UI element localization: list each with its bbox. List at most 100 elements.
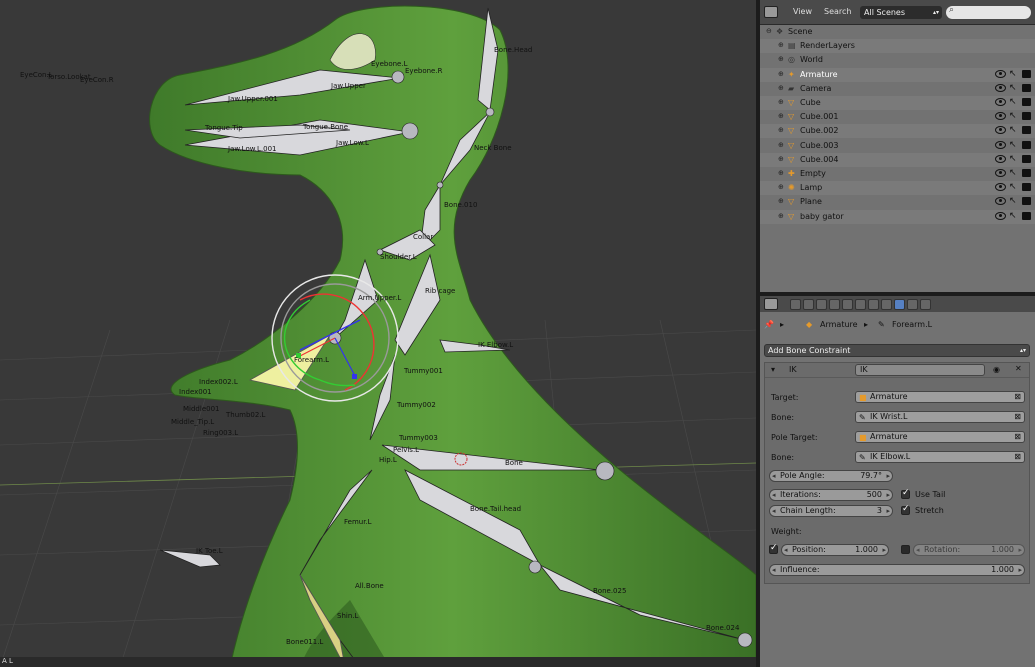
add-bone-constraint-button[interactable]: Add Bone Constraint [764, 344, 1030, 357]
expand-toggle-icon[interactable]: ⊕ [778, 155, 786, 163]
render-icon[interactable] [1022, 69, 1031, 78]
expand-toggle-icon[interactable]: ⊕ [778, 169, 786, 177]
eye-icon[interactable] [995, 98, 1006, 106]
render-icon[interactable] [1022, 211, 1031, 220]
tab-texture[interactable] [907, 299, 918, 310]
render-icon[interactable] [1022, 140, 1031, 149]
render-icon[interactable] [1022, 98, 1031, 106]
chain-length-field[interactable]: Chain Length: 3 [769, 505, 893, 517]
outliner-item[interactable]: ⊕ ▽ Cube.003 ↖ [760, 139, 1035, 153]
search-menu[interactable]: Search [824, 7, 851, 16]
outliner-item[interactable]: ⊕ ▽ baby gator ↖ [760, 209, 1035, 224]
expand-toggle-icon[interactable]: ⊕ [778, 141, 786, 149]
clear-icon[interactable]: ⊠ [1014, 452, 1021, 462]
tab-render[interactable] [790, 299, 801, 310]
eye-icon[interactable] [995, 169, 1006, 177]
render-icon[interactable] [1022, 197, 1031, 206]
collapse-icon[interactable]: ▾ [771, 365, 775, 374]
rotation-checkbox[interactable] [901, 545, 910, 554]
viewport-canvas[interactable]: Bone.Head Eyebone.LEyebone.R Jaw.Upper Jaw.… [0, 0, 756, 667]
eye-icon[interactable] [995, 183, 1006, 192]
tab-constraints[interactable] [855, 299, 866, 310]
search-input[interactable] [946, 5, 1031, 19]
target-field[interactable]: ■ Armature ⊠ [855, 391, 1025, 403]
tab-bone[interactable] [881, 299, 892, 310]
expand-toggle-icon[interactable]: ⊕ [778, 55, 786, 63]
cursor-icon[interactable]: ↖ [1009, 97, 1017, 107]
bone-field[interactable]: ✎ IK Wrist.L ⊠ [855, 411, 1025, 423]
clear-icon[interactable]: ⊠ [1014, 392, 1021, 402]
outliner-item[interactable]: ⊕ ◎ World [760, 53, 1035, 67]
expand-toggle-icon[interactable]: ⊖ [766, 27, 774, 35]
cursor-icon[interactable]: ↖ [1009, 69, 1017, 79]
pole-bone-field[interactable]: ✎ IK Elbow.L ⊠ [855, 451, 1025, 463]
eye-icon[interactable] [995, 140, 1006, 149]
cursor-icon[interactable]: ↖ [1009, 196, 1017, 206]
outliner-item[interactable]: ⊕ ▽ Cube ↖ [760, 96, 1035, 110]
eye-icon[interactable] [995, 154, 1006, 163]
outliner-item[interactable]: ⊕ ▽ Cube.002 ↖ [760, 124, 1035, 139]
render-icon[interactable] [1022, 83, 1031, 92]
eye-icon[interactable] [995, 211, 1006, 220]
position-field[interactable]: Position: 1.000 [781, 544, 889, 556]
use-tail-checkbox[interactable] [901, 488, 910, 499]
rotation-field[interactable]: Rotation: 1.000 [913, 544, 1025, 556]
expand-toggle-icon[interactable]: ⊕ [778, 126, 786, 134]
pin-icon[interactable]: 📌 [764, 320, 774, 329]
tab-scene[interactable] [816, 299, 827, 310]
outliner-item[interactable]: ⊕ ✚ Empty ↖ [760, 167, 1035, 181]
expand-toggle-icon[interactable]: ⊕ [778, 84, 786, 92]
tab-render-layers[interactable] [803, 299, 814, 310]
tab-world[interactable] [829, 299, 840, 310]
eye-icon[interactable]: ◉ [993, 365, 1000, 374]
expand-toggle-icon[interactable]: ⊕ [778, 70, 786, 78]
cursor-icon[interactable]: ↖ [1009, 83, 1017, 93]
close-icon[interactable]: ✕ [1015, 364, 1022, 373]
pole-angle-field[interactable]: Pole Angle: 79.7° [769, 470, 893, 482]
tab-object[interactable] [842, 299, 853, 310]
expand-toggle-icon[interactable]: ⊕ [778, 183, 786, 191]
view-menu[interactable]: View [793, 7, 812, 16]
tab-physics[interactable] [920, 299, 931, 310]
display-mode-select[interactable]: All Scenes [860, 6, 942, 19]
eye-icon[interactable] [995, 197, 1006, 206]
cursor-icon[interactable]: ↖ [1009, 125, 1017, 135]
clear-icon[interactable]: ⊠ [1014, 412, 1021, 422]
outliner-item[interactable]: ⊖ ❖ Scene [760, 25, 1035, 39]
expand-toggle-icon[interactable]: ⊕ [778, 112, 786, 120]
position-checkbox[interactable] [769, 543, 778, 554]
iterations-field[interactable]: Iterations: 500 [769, 489, 893, 501]
cursor-icon[interactable]: ↖ [1009, 168, 1017, 178]
render-icon[interactable] [1022, 154, 1031, 163]
expand-toggle-icon[interactable]: ⊕ [778, 41, 786, 49]
outliner-item[interactable]: ⊕ ▽ Cube.004 ↖ [760, 152, 1035, 167]
editor-type-icon[interactable] [764, 6, 778, 18]
cursor-icon[interactable]: ↖ [1009, 182, 1017, 192]
render-icon[interactable] [1022, 126, 1031, 135]
expand-toggle-icon[interactable]: ⊕ [778, 98, 786, 106]
eye-icon[interactable] [995, 83, 1006, 92]
tab-bone-constraints[interactable] [894, 299, 905, 310]
pole-target-field[interactable]: ■ Armature ⊠ [855, 431, 1025, 443]
cursor-icon[interactable]: ↖ [1009, 211, 1017, 221]
3d-viewport[interactable]: Bone.Head Eyebone.L Eyebone.R Jaw.Upper Jaw.… [0, 0, 756, 667]
outliner-item[interactable]: ⊕ ▽ Plane ↖ [760, 195, 1035, 209]
render-icon[interactable] [1022, 183, 1031, 192]
eye-icon[interactable] [995, 126, 1006, 135]
influence-field[interactable]: Influence: 1.000 [769, 564, 1025, 576]
render-icon[interactable] [1022, 112, 1031, 121]
properties-editor-type-icon[interactable] [764, 298, 778, 310]
cursor-icon[interactable]: ↖ [1009, 154, 1017, 164]
expand-toggle-icon[interactable]: ⊕ [778, 197, 786, 205]
eye-icon[interactable] [995, 69, 1006, 78]
tab-data[interactable] [868, 299, 879, 310]
outliner-item[interactable]: ⊕ ✺ Lamp ↖ [760, 181, 1035, 196]
expand-toggle-icon[interactable]: ⊕ [778, 212, 786, 220]
clear-icon[interactable]: ⊠ [1014, 432, 1021, 442]
eye-icon[interactable] [995, 112, 1006, 121]
stretch-checkbox[interactable] [901, 504, 910, 515]
outliner-item[interactable]: ⊕ ▽ Cube.001 ↖ [760, 110, 1035, 124]
outliner-item[interactable]: ⊕ ▰ Camera ↖ [760, 82, 1035, 96]
outliner-item[interactable]: ⊕ ▤ RenderLayers [760, 39, 1035, 54]
outliner-item[interactable]: ⊕ ✦ Armature ↖ [760, 67, 1035, 82]
